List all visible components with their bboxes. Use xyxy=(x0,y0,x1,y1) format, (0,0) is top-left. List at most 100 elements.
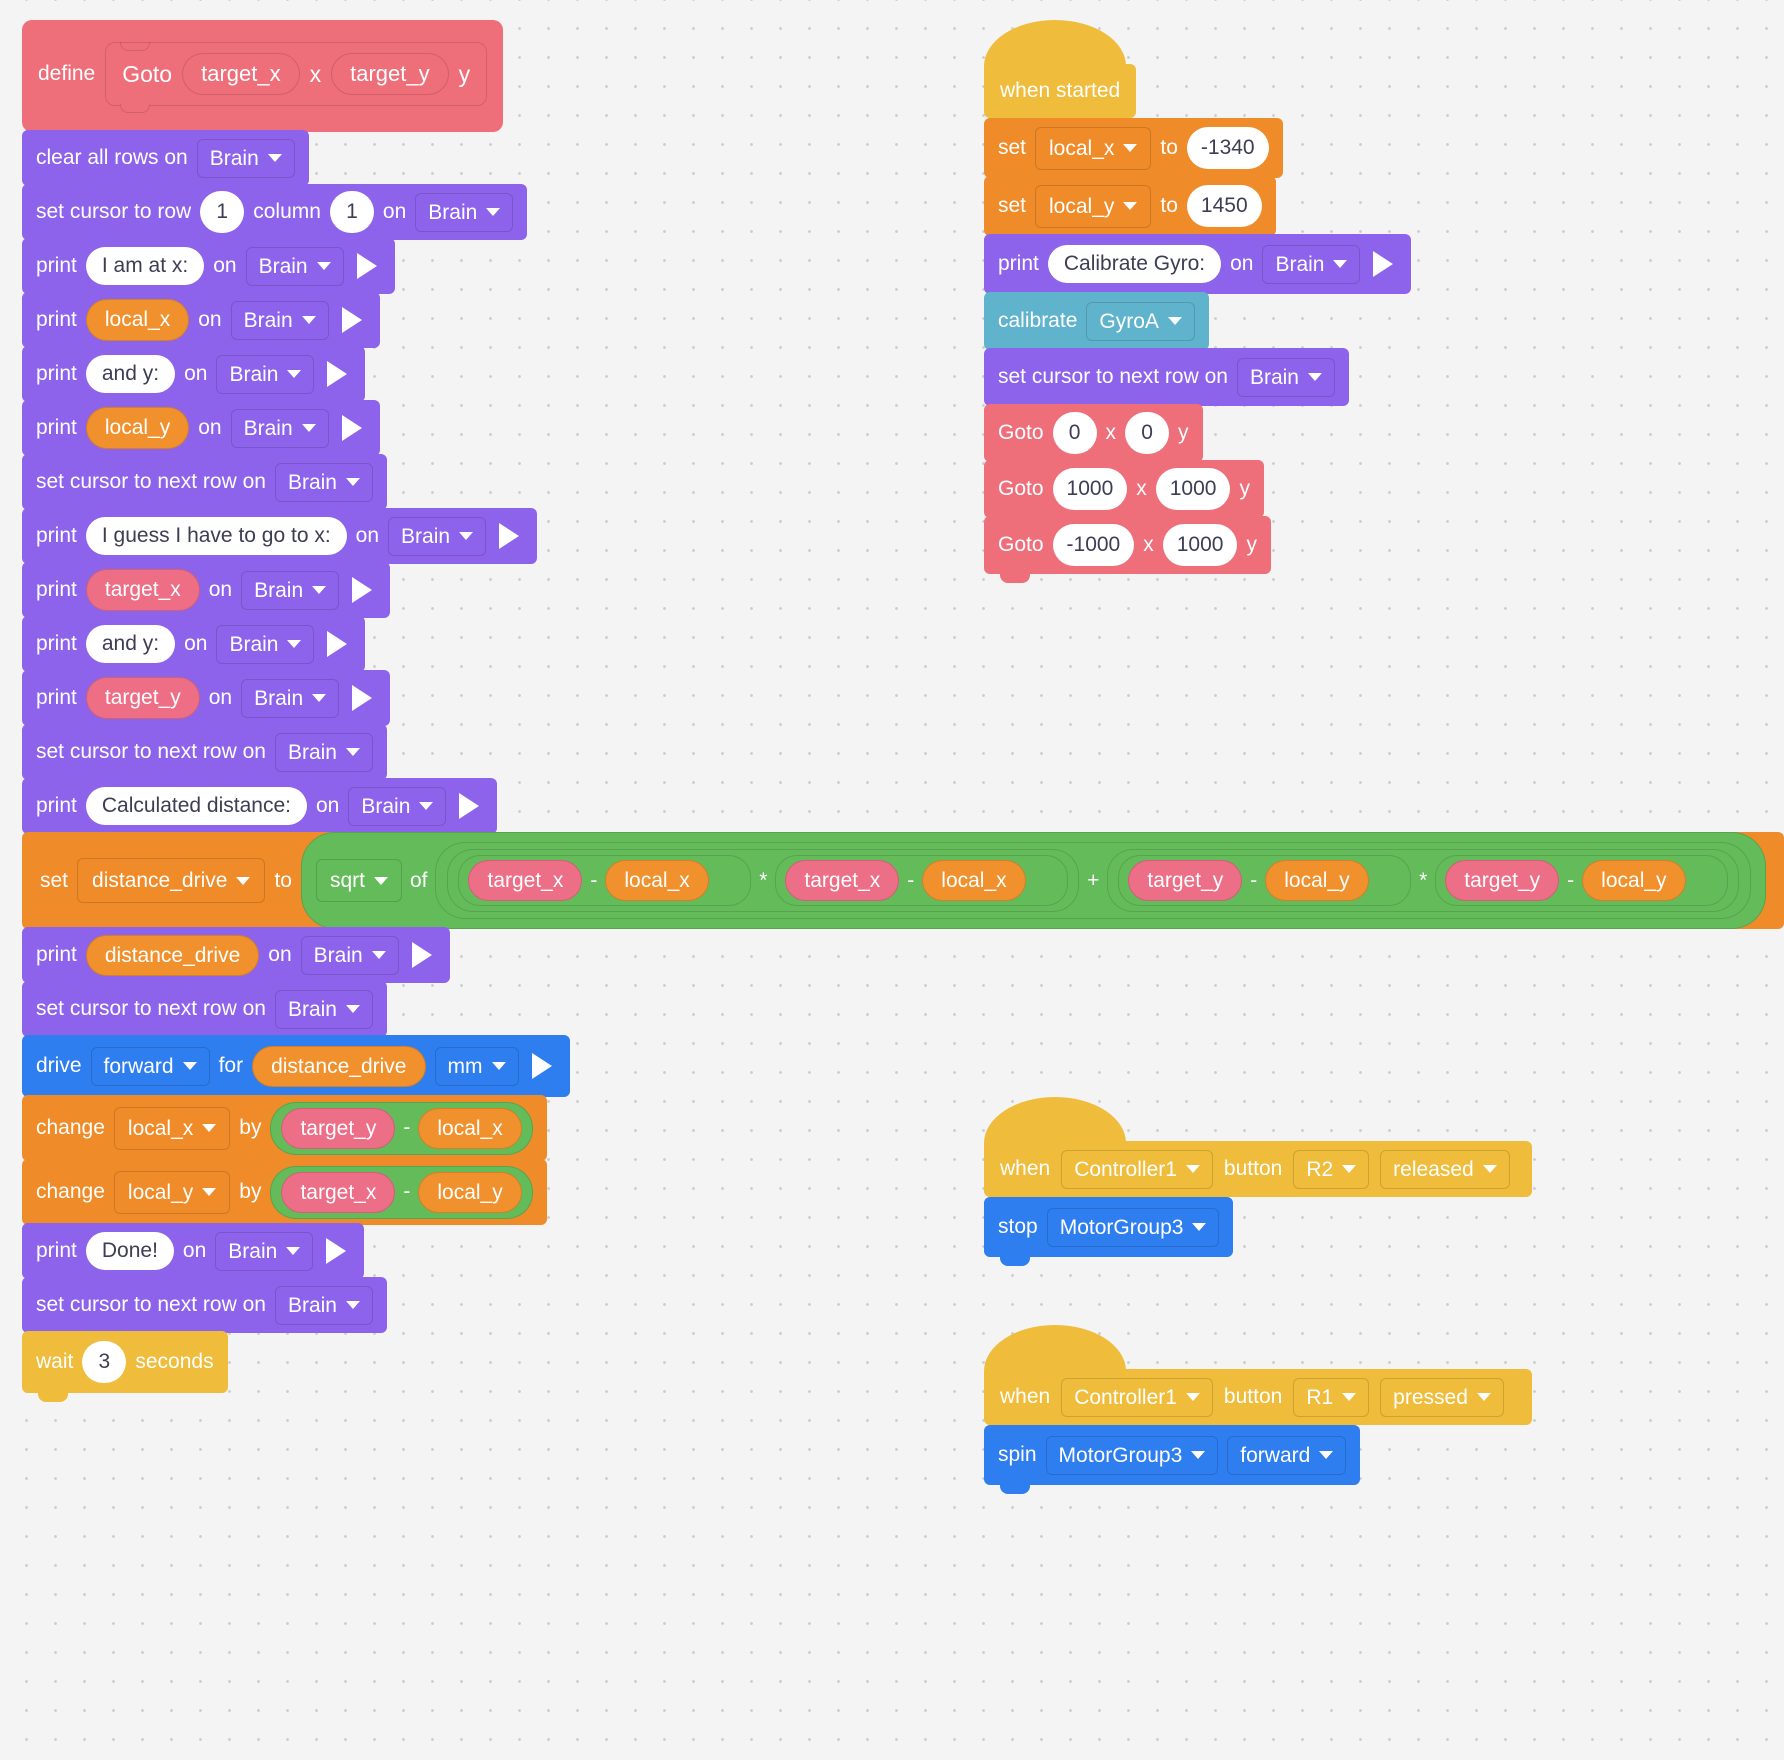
goto-call-block-1[interactable]: Goto 0 x 0 y xyxy=(984,404,1203,462)
controller-button-dropdown[interactable]: R1 xyxy=(1293,1377,1370,1417)
print-text-input[interactable]: Done! xyxy=(85,1232,174,1271)
print-device-dropdown[interactable]: Brain xyxy=(230,300,329,340)
print-text-input[interactable]: Calculated distance: xyxy=(85,786,307,826)
run-block-icon[interactable] xyxy=(352,685,373,711)
variable-target-x[interactable]: target_x xyxy=(468,860,583,902)
sqrt-operator-block[interactable]: sqrt of target_x - local_x * target_x - … xyxy=(300,832,1766,930)
print-local-x-block[interactable]: print local_x on Brain xyxy=(22,292,380,348)
set-local-x-variable-dropdown[interactable]: local_x xyxy=(1035,126,1152,170)
controller-button-state-dropdown[interactable]: pressed xyxy=(1380,1377,1504,1417)
variable-target-x[interactable]: target_x xyxy=(281,1171,396,1213)
multiply-operator-block-2[interactable]: target_y - local_y * target_y - local_y xyxy=(1107,849,1739,913)
subtract-operator-block-change-y[interactable]: target_x - local_y xyxy=(270,1165,533,1219)
set-cursor-device-dropdown[interactable]: Brain xyxy=(415,192,514,232)
print-device-dropdown[interactable]: Brain xyxy=(348,786,447,826)
stop-motorgroup-dropdown[interactable]: MotorGroup3 xyxy=(1046,1207,1220,1247)
subtract-operator-block-1[interactable]: target_x - local_x xyxy=(458,855,752,907)
variable-local-x[interactable]: local_x xyxy=(418,1107,522,1149)
define-goto-block[interactable]: define Goto target_x x target_y y xyxy=(22,20,504,141)
variable-target-y[interactable]: target_y xyxy=(281,1107,396,1149)
variable-local-x[interactable]: local_x xyxy=(85,299,190,341)
print-device-dropdown[interactable]: Brain xyxy=(241,570,340,610)
drive-unit-dropdown[interactable]: mm xyxy=(434,1046,519,1086)
run-block-icon[interactable] xyxy=(352,577,373,603)
variable-local-y[interactable]: local_y xyxy=(418,1171,522,1213)
print-target-x-block[interactable]: print target_x on Brain xyxy=(22,562,391,618)
goto-call-block-3[interactable]: Goto -1000 x 1000 y xyxy=(984,516,1271,583)
drive-direction-dropdown[interactable]: forward xyxy=(90,1046,210,1086)
run-block-icon[interactable] xyxy=(326,1238,347,1265)
goto-y-input[interactable]: 1000 xyxy=(1162,524,1238,566)
run-block-icon[interactable] xyxy=(327,361,348,387)
print-target-y-block[interactable]: print target_y on Brain xyxy=(22,670,391,726)
block-workspace-canvas[interactable]: define Goto target_x x target_y y clear … xyxy=(0,0,1784,1760)
goto-call-block-2[interactable]: Goto 1000 x 1000 y xyxy=(984,460,1264,518)
spin-motorgroup-block[interactable]: spin MotorGroup3 forward xyxy=(984,1425,1361,1494)
print-calibrate-gyro-block[interactable]: print Calibrate Gyro: on Brain xyxy=(984,234,1412,294)
next-row-device-dropdown[interactable]: Brain xyxy=(274,732,373,772)
drive-forward-block[interactable]: drive forward for distance_drive mm xyxy=(22,1035,570,1098)
print-and-y-block[interactable]: print and y: on Brain xyxy=(22,346,366,402)
add-operator-block[interactable]: target_x - local_x * target_x - local_x … xyxy=(435,842,1751,920)
controller-dropdown[interactable]: Controller1 xyxy=(1061,1377,1213,1417)
next-row-device-dropdown[interactable]: Brain xyxy=(1236,357,1335,397)
math-function-dropdown[interactable]: sqrt xyxy=(315,859,402,903)
run-block-icon[interactable] xyxy=(531,1053,552,1080)
set-cursor-next-row-block[interactable]: set cursor to next row on Brain xyxy=(22,454,387,510)
print-device-dropdown[interactable]: Brain xyxy=(300,935,399,975)
calibrate-gyro-block[interactable]: calibrate GyroA xyxy=(984,292,1209,350)
variable-local-y[interactable]: local_y xyxy=(85,407,190,449)
spin-direction-dropdown[interactable]: forward xyxy=(1227,1435,1347,1475)
when-started-stack[interactable]: when started set local_x to -1340 set lo… xyxy=(984,20,1412,583)
print-distance-drive-block[interactable]: print distance_drive on Brain xyxy=(22,927,450,984)
subtract-operator-block-4[interactable]: target_y - local_y xyxy=(1435,855,1728,907)
print-device-dropdown[interactable]: Brain xyxy=(216,354,315,394)
print-text-input[interactable]: I am at x: xyxy=(85,246,205,286)
print-i-am-at-x-block[interactable]: print I am at x: on Brain xyxy=(22,238,395,294)
controller-button-dropdown[interactable]: R2 xyxy=(1293,1149,1370,1189)
print-device-dropdown[interactable]: Brain xyxy=(216,624,315,664)
variable-target-y[interactable]: target_y xyxy=(85,677,200,719)
variable-target-x[interactable]: target_x xyxy=(785,860,900,902)
set-local-x-value-input[interactable]: -1340 xyxy=(1186,127,1269,169)
set-cursor-next-row-block-3[interactable]: set cursor to next row on Brain xyxy=(22,981,387,1038)
gyro-sensor-dropdown[interactable]: GyroA xyxy=(1086,301,1195,341)
set-cursor-row-column-block[interactable]: set cursor to row 1 column 1 on Brain xyxy=(22,184,528,240)
goto-x-input[interactable]: 1000 xyxy=(1052,468,1128,510)
variable-distance-drive[interactable]: distance_drive xyxy=(85,934,260,976)
change-local-y-block[interactable]: change local_y by target_x - local_y xyxy=(22,1159,547,1226)
variable-target-y[interactable]: target_y xyxy=(1128,860,1243,902)
set-local-y-value-input[interactable]: 1450 xyxy=(1186,185,1262,227)
print-calculated-distance-block[interactable]: print Calculated distance: on Brain xyxy=(22,778,498,834)
set-cursor-next-row-started-block[interactable]: set cursor to next row on Brain xyxy=(984,348,1349,406)
next-row-device-dropdown[interactable]: Brain xyxy=(274,462,373,502)
set-cursor-next-row-block-2[interactable]: set cursor to next row on Brain xyxy=(22,724,387,780)
run-block-icon[interactable] xyxy=(341,307,362,333)
set-distance-drive-block[interactable]: set distance_drive to sqrt of target_x -… xyxy=(22,832,1784,930)
subtract-operator-block-2[interactable]: target_x - local_x xyxy=(775,855,1069,907)
print-local-y-block[interactable]: print local_y on Brain xyxy=(22,400,380,456)
set-local-y-block[interactable]: set local_y to 1450 xyxy=(984,176,1276,236)
controller-button-state-dropdown[interactable]: released xyxy=(1380,1149,1510,1189)
run-block-icon[interactable] xyxy=(341,415,362,441)
proto-arg-target-y[interactable]: target_y xyxy=(331,53,449,95)
when-controller-r1-hat-block[interactable]: when Controller1 button R1 pressed xyxy=(984,1325,1532,1434)
goto-y-input[interactable]: 1000 xyxy=(1155,468,1231,510)
print-done-block[interactable]: print Done! on Brain xyxy=(22,1223,365,1280)
variable-target-y[interactable]: target_y xyxy=(1445,860,1560,902)
print-device-dropdown[interactable]: Brain xyxy=(215,1231,314,1271)
run-block-icon[interactable] xyxy=(356,253,377,279)
when-controller-r2-hat-block[interactable]: when Controller1 button R2 released xyxy=(984,1097,1532,1206)
run-block-icon[interactable] xyxy=(411,942,432,969)
print-text-input[interactable]: and y: xyxy=(85,624,176,664)
controller-r2-released-stack[interactable]: when Controller1 button R2 released stop… xyxy=(984,1097,1532,1266)
variable-local-x[interactable]: local_x xyxy=(605,860,709,902)
print-i-guess-block[interactable]: print I guess I have to go to x: on Brai… xyxy=(22,508,538,564)
next-row-device-dropdown[interactable]: Brain xyxy=(274,989,373,1029)
set-local-y-variable-dropdown[interactable]: local_y xyxy=(1035,184,1152,228)
variable-distance-drive[interactable]: distance_drive xyxy=(252,1045,426,1087)
run-block-icon[interactable] xyxy=(459,793,480,819)
wait-seconds-input[interactable]: 3 xyxy=(82,1341,127,1384)
print-text-input[interactable]: I guess I have to go to x: xyxy=(85,516,347,556)
wait-seconds-block[interactable]: wait 3 seconds xyxy=(22,1331,228,1403)
